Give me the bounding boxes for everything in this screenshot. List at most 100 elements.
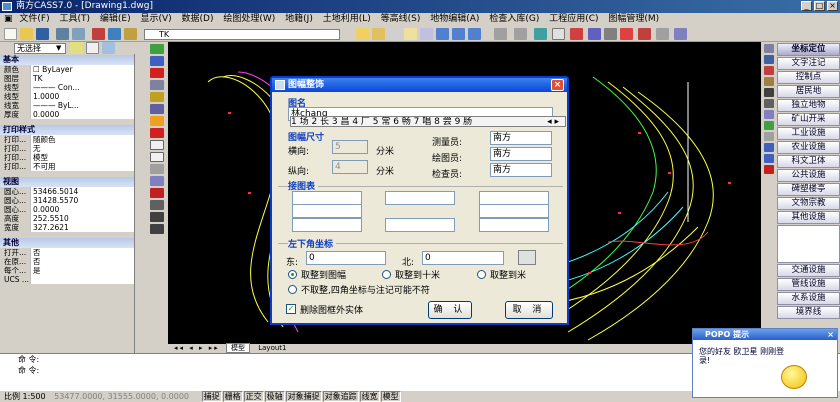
circle-icon[interactable]: [150, 212, 164, 222]
save-icon[interactable]: [36, 28, 49, 40]
redraw-icon[interactable]: [150, 68, 164, 78]
menu-edit[interactable]: 编辑(E): [100, 14, 131, 24]
round-to-10m-radio[interactable]: [382, 270, 391, 279]
prop-row[interactable]: 厚度 0.0000: [0, 110, 134, 119]
open-icon[interactable]: [20, 28, 33, 40]
block-icon[interactable]: [150, 116, 164, 126]
copy-icon[interactable]: [108, 28, 121, 40]
panel-item-other[interactable]: 其他设施: [777, 211, 840, 224]
layer-combo[interactable]: TK: [144, 29, 340, 40]
menu-engineering[interactable]: 工程应用(C): [549, 14, 598, 24]
tab-layout1[interactable]: Layout1: [254, 344, 290, 352]
horizontal-input[interactable]: 5: [332, 140, 368, 154]
move-icon[interactable]: [604, 28, 617, 40]
pencil-icon[interactable]: [356, 28, 369, 40]
join-n-input[interactable]: [385, 191, 455, 205]
prop-row[interactable]: 每个... 是: [0, 266, 134, 275]
zoom-previous-icon[interactable]: [468, 28, 481, 40]
panel-item-residence[interactable]: 居民地: [777, 85, 840, 98]
prop-row[interactable]: 打印... 无: [0, 144, 134, 153]
close-button[interactable]: ×: [827, 1, 838, 11]
panel-item-water[interactable]: 水系设施: [777, 292, 840, 305]
print-header[interactable]: 打印样式: [0, 125, 134, 135]
prop-row[interactable]: 打印... 不可用: [0, 162, 134, 171]
join-ne-input[interactable]: [479, 191, 549, 205]
mine-icon[interactable]: [764, 99, 774, 108]
grid-icon[interactable]: [552, 28, 565, 40]
delete-outside-checkbox[interactable]: ✓: [286, 304, 296, 314]
ortho-toggle[interactable]: 正交: [243, 391, 264, 402]
basic-header[interactable]: 基本: [0, 55, 134, 65]
polar-toggle[interactable]: 极轴: [264, 391, 285, 402]
join-s-input[interactable]: [385, 218, 455, 232]
landmark-icon[interactable]: [764, 88, 774, 97]
write-icon[interactable]: [150, 176, 164, 186]
pick-point-button[interactable]: [518, 250, 536, 265]
menu-data[interactable]: 数据(D): [182, 14, 214, 24]
prop-row[interactable]: 颜色 ☐ ByLayer: [0, 65, 134, 74]
undo-icon[interactable]: [494, 28, 507, 40]
new-icon[interactable]: [4, 28, 17, 40]
rotate-icon[interactable]: [620, 28, 633, 40]
join-e-input[interactable]: [479, 204, 549, 218]
view-header[interactable]: 视图: [0, 177, 134, 187]
menu-drawing[interactable]: 绘图处理(W): [223, 14, 275, 24]
tab-model[interactable]: 模型: [226, 343, 250, 353]
panel-item-traffic[interactable]: 交通设施: [777, 264, 840, 277]
menu-contour[interactable]: 等高线(S): [381, 14, 421, 24]
surveyor-input[interactable]: 南方: [490, 131, 552, 145]
prop-row[interactable]: 线型 1.0000: [0, 92, 134, 101]
panel-item-mining[interactable]: 矿山开采: [777, 113, 840, 126]
join-nw-input[interactable]: [292, 191, 362, 205]
match-icon[interactable]: [534, 28, 547, 40]
tab-nav-arrows[interactable]: ◂◂ ◂ ▸ ▸▸: [174, 344, 220, 352]
layer-icon[interactable]: [150, 104, 164, 114]
paste-icon[interactable]: [124, 28, 137, 40]
prop-row[interactable]: 圆心... 53466.5014: [0, 187, 134, 196]
menu-check[interactable]: 检查入库(G): [489, 14, 539, 24]
brush-icon[interactable]: [372, 28, 385, 40]
prop-row[interactable]: 圆心... 31428.5570: [0, 196, 134, 205]
designcenter-icon[interactable]: [404, 28, 417, 40]
panel-item-pipeline[interactable]: 管线设施: [777, 278, 840, 291]
prop-row[interactable]: 高度 252.5510: [0, 214, 134, 223]
prop-row[interactable]: 在原... 否: [0, 257, 134, 266]
locate-icon[interactable]: [764, 44, 774, 53]
toggle-pickadd-icon[interactable]: [102, 42, 115, 54]
panel-item-coordinate[interactable]: 坐标定位: [777, 43, 840, 56]
prop-row[interactable]: 打印... 模型: [0, 153, 134, 162]
panel-item-monument[interactable]: 碑塑楼亭: [777, 183, 840, 196]
chevron-down-icon[interactable]: ▼: [56, 44, 61, 52]
industry-icon[interactable]: [764, 110, 774, 119]
trim-icon[interactable]: [638, 28, 651, 40]
panel-item-public[interactable]: 公共设施: [777, 169, 840, 182]
prop-row[interactable]: 图层 TK: [0, 74, 134, 83]
panel-item-agriculture[interactable]: 农业设施: [777, 141, 840, 154]
extend-icon[interactable]: [656, 28, 669, 40]
toolpalette-icon[interactable]: [420, 28, 433, 40]
dimension-icon[interactable]: [150, 200, 164, 210]
menu-file[interactable]: 文件(F): [19, 14, 49, 24]
vertical-input[interactable]: 4: [332, 160, 368, 174]
cancel-button[interactable]: 取 消: [505, 301, 553, 319]
prop-row[interactable]: 宽度 327.2621: [0, 223, 134, 232]
prop-row[interactable]: 打开... 否: [0, 248, 134, 257]
preview-icon[interactable]: [72, 28, 85, 40]
info-icon[interactable]: [764, 154, 774, 163]
other-header[interactable]: 其他: [0, 238, 134, 248]
otrack-toggle[interactable]: 对象追踪: [322, 391, 359, 402]
panel-item-text[interactable]: 文字注记: [777, 57, 840, 70]
minimize-button[interactable]: _: [801, 1, 812, 11]
panel-item-culture[interactable]: 科文卫体: [777, 155, 840, 168]
zoom-realtime-icon[interactable]: [436, 28, 449, 40]
menu-sheet[interactable]: 图幅管理(M): [608, 14, 659, 24]
quick-select-icon[interactable]: [70, 42, 83, 54]
annotate-icon[interactable]: [150, 128, 164, 138]
prop-row[interactable]: 线宽 ——— ByL...: [0, 101, 134, 110]
panel-item-control[interactable]: 控制点: [777, 71, 840, 84]
join-se-input[interactable]: [479, 218, 549, 232]
close-panel-icon[interactable]: [764, 165, 774, 174]
checker-input[interactable]: 南方: [490, 163, 552, 177]
text-note-icon[interactable]: [764, 55, 774, 64]
cursor-icon[interactable]: [588, 28, 601, 40]
